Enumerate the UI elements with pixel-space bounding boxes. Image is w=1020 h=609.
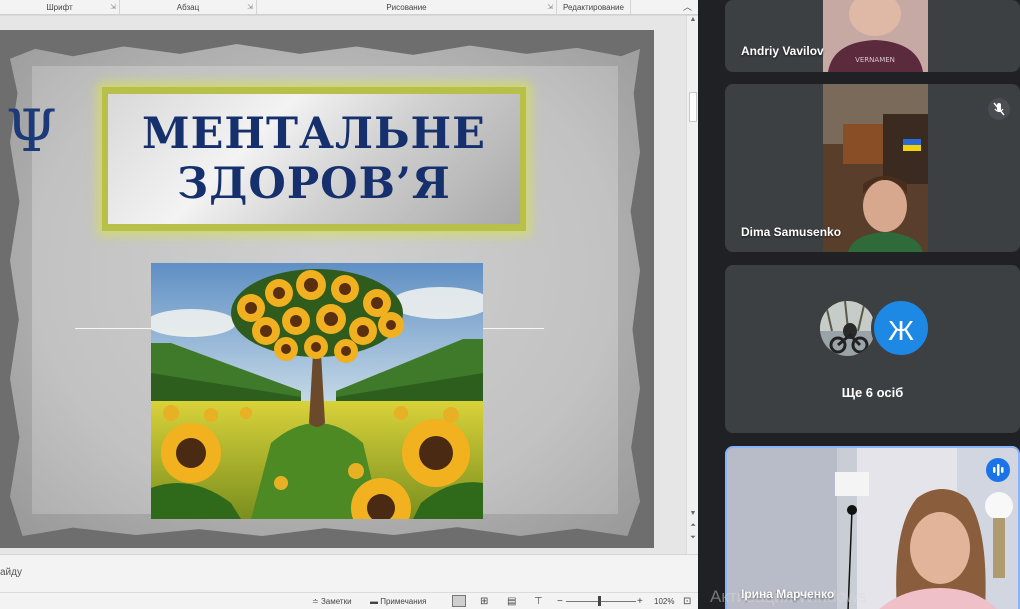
zoom-slider-thumb[interactable] (598, 596, 601, 606)
ribbon-group-font: Шрифт ⇲ (0, 0, 120, 15)
zoom-in-button[interactable]: + (637, 593, 643, 609)
guide-line-right (480, 328, 544, 329)
ribbon-group-editing: Редактирование (557, 0, 631, 15)
comments-label: Примечания (380, 597, 427, 606)
slideshow-icon[interactable]: ⊤ (534, 593, 543, 609)
title-frame[interactable]: МЕНТАЛЬНЕ ЗДОРОВ’Я (102, 87, 526, 231)
speaking-indicator-icon (986, 458, 1010, 482)
svg-text:VERNAMEN: VERNAMEN (855, 56, 895, 64)
participant-name: Andriy Vavilov (741, 44, 824, 58)
psi-symbol: Ψ (6, 97, 57, 165)
participant-video (727, 448, 1018, 609)
guide-line-left (75, 328, 155, 329)
more-participants-tile[interactable]: Ж Ще 6 осіб (725, 265, 1020, 433)
fit-to-window-icon[interactable]: ⊡ (683, 593, 691, 609)
scrollbar-thumb[interactable] (689, 92, 697, 122)
participant-name: Dima Samusenko (741, 225, 842, 239)
ribbon-group-labels: Шрифт ⇲ Абзац ⇲ Рисование ⇲ Редактирован… (0, 0, 698, 15)
sunflower-tree-image[interactable] (151, 263, 483, 519)
comments-button[interactable]: ▬ Примечания (370, 593, 426, 609)
slide[interactable]: Ψ МЕНТАЛЬНЕ ЗДОРОВ’Я (0, 30, 654, 548)
ribbon-group-paragraph-label: Абзац (176, 3, 200, 12)
chevron-up-icon[interactable]: ︿ (683, 0, 692, 15)
dialog-launcher-icon[interactable]: ⇲ (110, 0, 116, 15)
participant-tile-speaking[interactable]: Ірина Марченко (725, 446, 1020, 609)
audio-bars-icon (993, 464, 1004, 476)
more-participants-label: Ще 6 осіб (841, 385, 904, 400)
screen: Шрифт ⇲ Абзац ⇲ Рисование ⇲ Редактирован… (0, 0, 1020, 609)
scroll-up-icon[interactable]: ▲ (687, 16, 698, 23)
notes-placeholder: айду (0, 567, 22, 578)
powerpoint-window: Шрифт ⇲ Абзац ⇲ Рисование ⇲ Редактирован… (0, 0, 698, 609)
reading-view-icon[interactable]: ▤ (507, 593, 516, 609)
sunflower-tree-illustration (151, 263, 483, 519)
windows-activation-watermark: Активация Windows (710, 587, 867, 606)
zoom-out-button[interactable]: − (557, 593, 563, 609)
dialog-launcher-icon[interactable]: ⇲ (247, 0, 253, 15)
notes-button[interactable]: ≐ Заметки (312, 593, 352, 609)
mic-off-icon (988, 98, 1010, 120)
slide-title-line1: МЕНТАЛЬНЕ (142, 109, 486, 159)
normal-view-button[interactable] (452, 595, 466, 607)
scroll-down-icon[interactable]: ▼ (687, 510, 698, 517)
slide-sorter-icon[interactable]: ⊞ (480, 593, 488, 609)
avatar (820, 301, 875, 356)
ribbon-group-paragraph: Абзац ⇲ (120, 0, 257, 15)
zoom-level[interactable]: 102% (654, 593, 674, 609)
previous-slide-icon[interactable]: ⏶ (687, 522, 698, 530)
vertical-scrollbar[interactable]: ▲ ▼ ⏶ ⏷ (686, 16, 698, 554)
title-plate: МЕНТАЛЬНЕ ЗДОРОВ’Я (108, 94, 520, 224)
status-bar: ≐ Заметки ▬ Примечания ⊞ ▤ ⊤ − + 102% ⊡ (0, 592, 698, 609)
slide-title-line2: ЗДОРОВ’Я (177, 159, 451, 209)
mic-off-icon-glyph (993, 102, 1005, 116)
ribbon-group-drawing-label: Рисование (386, 3, 427, 12)
ribbon-group-editing-label: Редактирование (563, 3, 624, 12)
participant-tile[interactable]: VERNAMEN Andriy Vavilov (725, 0, 1020, 72)
participant-tile[interactable]: Dima Samusenko (725, 84, 1020, 252)
notes-label: Заметки (320, 597, 352, 606)
ribbon-group-drawing: Рисование ⇲ (257, 0, 557, 15)
next-slide-icon[interactable]: ⏷ (687, 534, 698, 542)
participant-video: VERNAMEN (823, 0, 928, 72)
ribbon-group-font-label: Шрифт (46, 3, 73, 12)
avatar-image (820, 301, 875, 356)
dialog-launcher-icon[interactable]: ⇲ (547, 0, 553, 15)
meet-participants-panel: VERNAMEN Andriy Vavilov Dima Samusenko Ж… (698, 0, 1020, 609)
zoom-slider[interactable] (566, 601, 636, 602)
notes-pane[interactable]: айду (0, 554, 698, 592)
avatar: Ж (871, 298, 931, 358)
